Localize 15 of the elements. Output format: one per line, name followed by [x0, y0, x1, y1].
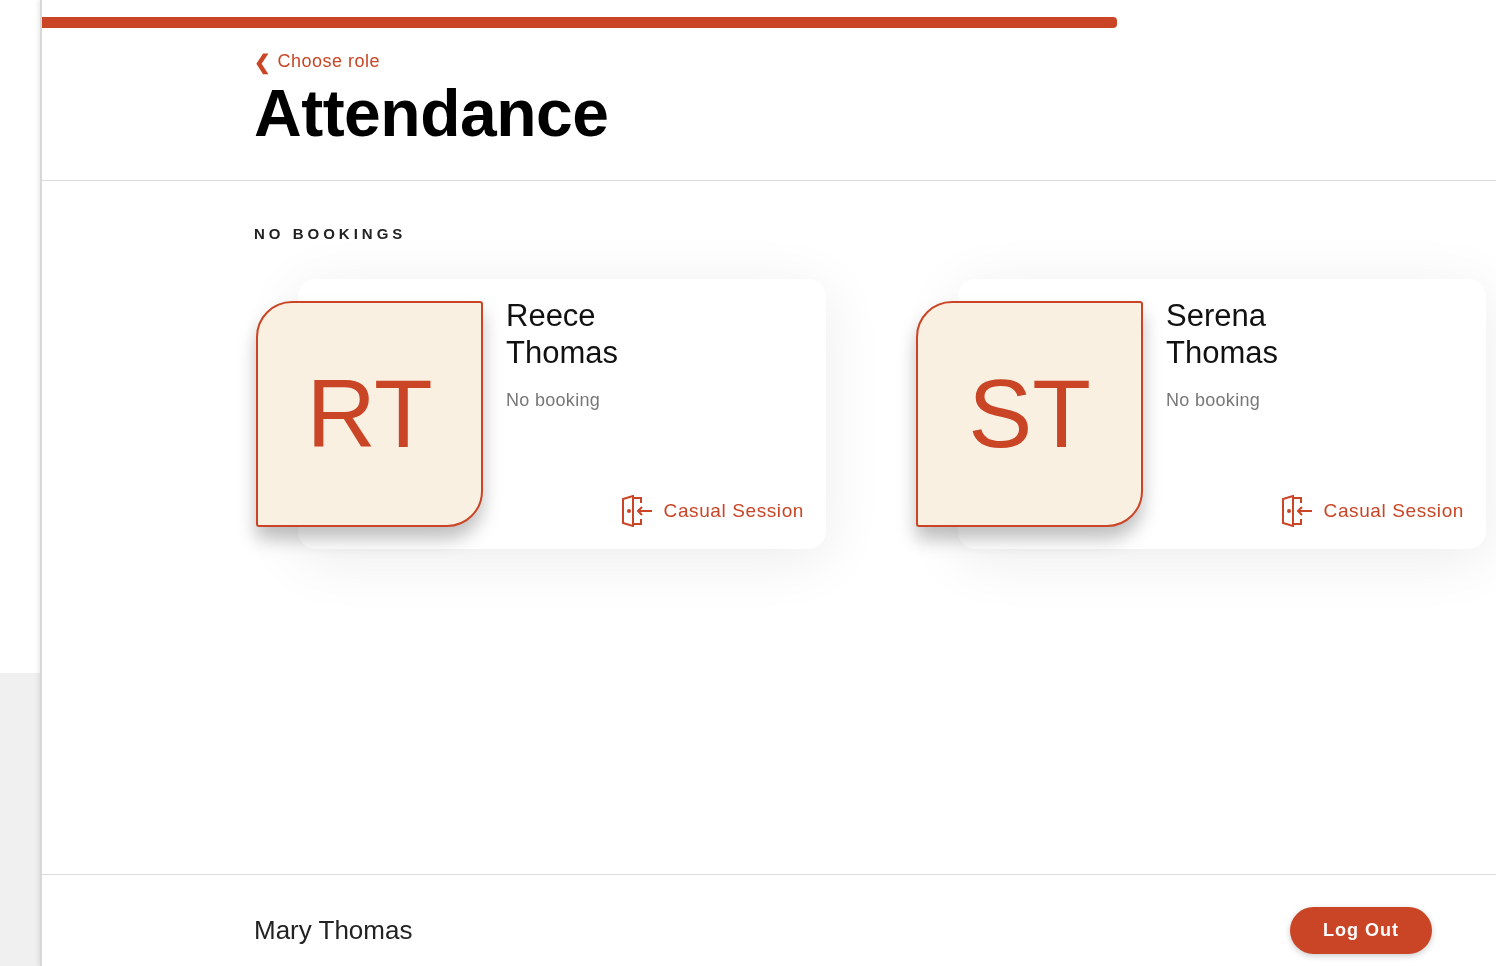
- casual-session-link[interactable]: Casual Session: [620, 495, 804, 528]
- back-link[interactable]: ❮ Choose role: [254, 48, 1496, 75]
- booking-status: No booking: [1166, 389, 1261, 413]
- booking-status: No booking: [506, 389, 601, 413]
- door-enter-icon: [1280, 495, 1314, 528]
- person-name: Serena Thomas: [1166, 297, 1279, 372]
- page-title: Attendance: [254, 77, 610, 150]
- section-heading: NO BOOKINGS: [254, 223, 408, 244]
- initials-avatar: RT: [256, 301, 483, 528]
- casual-session-link[interactable]: Casual Session: [1280, 495, 1464, 528]
- person-name: Reece Thomas: [506, 297, 619, 372]
- initials-avatar: ST: [916, 301, 1143, 528]
- log-out-button[interactable]: Log Out: [1290, 907, 1432, 954]
- door-enter-icon: [620, 495, 654, 528]
- user-name: Mary Thomas: [254, 914, 413, 947]
